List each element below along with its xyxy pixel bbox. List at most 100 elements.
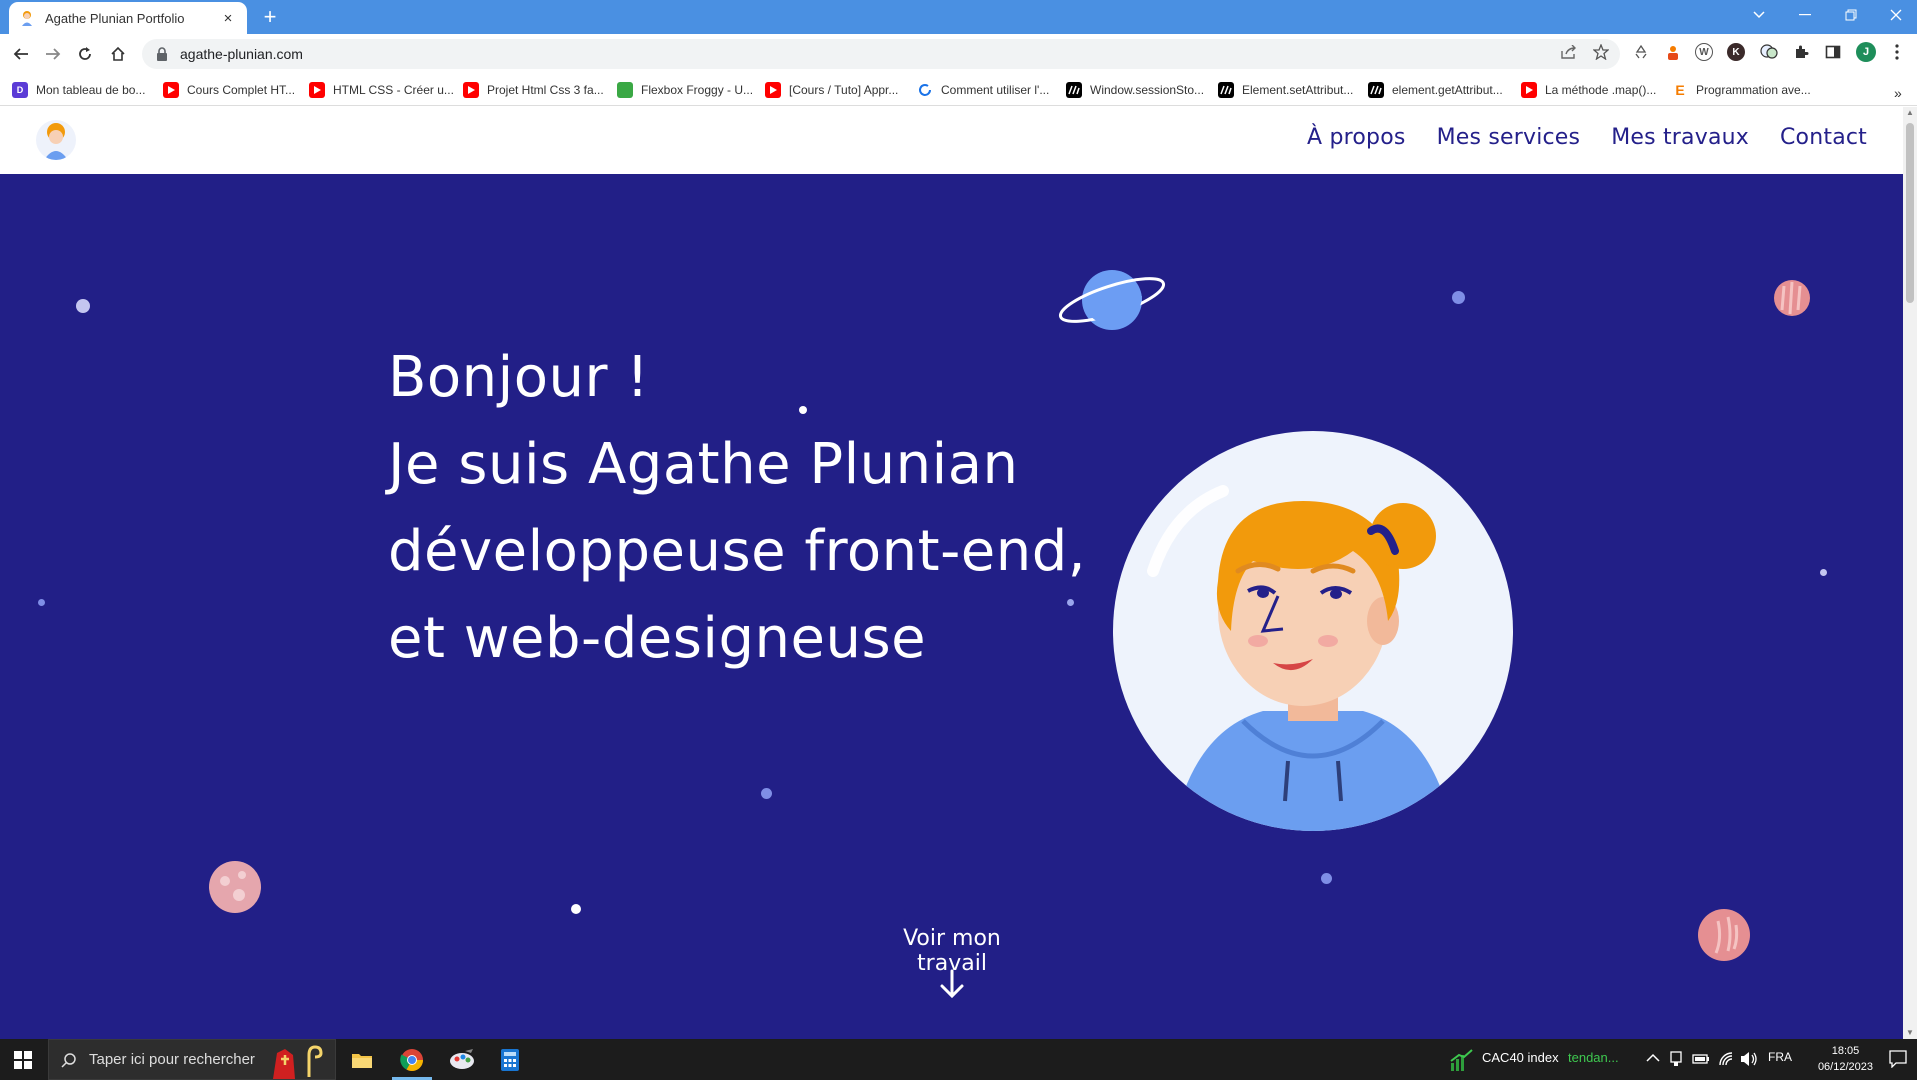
bookmark-item[interactable]: Element.setAttribut... [1218, 81, 1353, 99]
e-icon: E [1675, 82, 1685, 98]
recycle-extension-icon[interactable] [1632, 43, 1650, 61]
language-indicator[interactable]: FRA [1768, 1050, 1792, 1064]
bookmark-item[interactable]: Cours Complet HT... [163, 81, 295, 99]
bookmark-item[interactable]: Window.sessionSto... [1066, 81, 1204, 99]
star-decoration [76, 299, 90, 313]
hero-line-role-2: et web-designeuse [388, 606, 927, 671]
home-icon[interactable] [106, 42, 130, 66]
star-decoration [38, 599, 45, 606]
saint-nicolas-search-highlight-icon[interactable] [267, 1043, 327, 1079]
bookmark-item[interactable]: Flexbox Froggy - U... [617, 81, 753, 99]
url-text: agathe-plunian.com [180, 46, 303, 62]
page-scrollbar[interactable]: ▲ ▼ [1903, 107, 1917, 1039]
volume-icon[interactable] [1740, 1051, 1758, 1067]
browser-tab-active[interactable]: Agathe Plunian Portfolio × [9, 2, 247, 34]
tab-search-icon[interactable] [1736, 0, 1782, 30]
widget-status[interactable]: tendan... [1568, 1050, 1619, 1065]
k-extension-icon[interactable]: K [1727, 43, 1745, 61]
nav-link-mes-travaux[interactable]: Mes travaux [1611, 125, 1749, 150]
new-tab-button[interactable]: + [258, 5, 282, 29]
restore-icon[interactable] [1828, 0, 1874, 30]
lock-icon[interactable] [156, 47, 168, 61]
mdn-icon [1218, 82, 1234, 98]
file-explorer-icon[interactable] [338, 1039, 386, 1080]
ringed-planet-icon [1058, 270, 1166, 330]
bookmark-item[interactable]: Projet Html Css 3 fa... [463, 81, 604, 99]
bookmark-label: Element.setAttribut... [1242, 83, 1354, 97]
hero-line-role: développeuse front-end, [388, 519, 1087, 584]
close-window-icon[interactable] [1873, 0, 1917, 30]
site-nav: À propos Mes services Mes travaux Contac… [1307, 125, 1867, 150]
calculator-app-icon[interactable] [486, 1039, 534, 1080]
bookmark-item[interactable]: element.getAttribut... [1368, 81, 1503, 99]
minimize-icon[interactable] [1782, 0, 1828, 30]
side-panel-icon[interactable] [1824, 43, 1842, 61]
hero-line-greeting: Bonjour ! [388, 345, 650, 410]
mdn-icon [1368, 82, 1384, 98]
search-placeholder: Taper ici pour rechercher [89, 1051, 255, 1068]
avatar-illustration [1113, 431, 1513, 831]
tab-close-icon[interactable]: × [219, 10, 237, 27]
bookmark-label: element.getAttribut... [1392, 83, 1503, 97]
youtube-icon [163, 82, 179, 98]
site-logo[interactable] [36, 120, 76, 160]
reload-icon[interactable] [73, 42, 97, 66]
nav-link-contact[interactable]: Contact [1780, 125, 1867, 150]
chrome-taskbar-icon[interactable] [388, 1039, 436, 1080]
bookmark-label: Cours Complet HT... [187, 83, 296, 97]
bookmark-item[interactable]: [Cours / Tuto] Appr... [765, 81, 898, 99]
windows-start-icon[interactable] [0, 1039, 46, 1080]
crater-planet-icon [209, 861, 261, 913]
forward-icon[interactable] [41, 42, 65, 66]
bookmark-label: Programmation ave... [1696, 83, 1811, 97]
widget-label[interactable]: CAC40 index [1482, 1050, 1559, 1065]
arrow-down-icon[interactable] [938, 968, 966, 1000]
usb-device-icon[interactable] [1669, 1051, 1683, 1067]
taskbar-search-box[interactable]: Taper ici pour rechercher [48, 1039, 336, 1080]
bookmark-item[interactable]: HTML CSS - Créer u... [309, 81, 454, 99]
share-icon[interactable] [1559, 42, 1579, 62]
bookmark-item[interactable]: La méthode .map()... [1521, 81, 1656, 99]
stock-chart-icon[interactable] [1449, 1049, 1473, 1071]
bookmark-label: Mon tableau de bo... [36, 83, 146, 97]
youtube-icon [1521, 82, 1537, 98]
tab-strip: Agathe Plunian Portfolio × + [0, 0, 1917, 34]
bookmark-label: Comment utiliser l'... [941, 83, 1050, 97]
tray-expand-icon[interactable] [1646, 1053, 1660, 1063]
taskbar-clock[interactable]: 18:05 06/12/2023 [1818, 1043, 1873, 1075]
paint-app-icon[interactable] [438, 1039, 486, 1080]
bookmark-item[interactable]: E Programmation ave... [1672, 81, 1811, 99]
extensions-puzzle-icon[interactable] [1792, 43, 1810, 61]
nav-link-a-propos[interactable]: À propos [1307, 125, 1406, 150]
menu-kebab-icon[interactable] [1888, 43, 1906, 61]
scroll-up-icon[interactable]: ▲ [1906, 109, 1914, 117]
web-page: À propos Mes services Mes travaux Contac… [0, 107, 1903, 1039]
star-decoration [571, 904, 581, 914]
hero-line-name: Je suis Agathe Plunian [388, 432, 1019, 497]
site-header: À propos Mes services Mes travaux Contac… [0, 107, 1903, 174]
bookmark-item[interactable]: D Mon tableau de bo... [12, 81, 145, 99]
profile-avatar[interactable]: J [1856, 42, 1876, 62]
browser-toolbar: agathe-plunian.com W K J [0, 34, 1917, 74]
bookmark-star-icon[interactable] [1591, 42, 1611, 62]
notification-center-icon[interactable] [1889, 1050, 1907, 1068]
nav-link-mes-services[interactable]: Mes services [1437, 125, 1581, 150]
bookmarks-overflow-icon[interactable]: » [1894, 85, 1902, 101]
bookmark-label: Projet Html Css 3 fa... [487, 83, 604, 97]
youtube-icon [309, 82, 325, 98]
person-extension-icon[interactable] [1664, 43, 1682, 61]
wordpress-extension-icon[interactable]: W [1695, 43, 1713, 61]
address-bar[interactable]: agathe-plunian.com [142, 39, 1620, 69]
sync-icon [917, 82, 933, 98]
back-icon[interactable] [9, 42, 33, 66]
clock-time: 18:05 [1831, 1045, 1860, 1057]
star-decoration [1820, 569, 1827, 576]
battery-icon[interactable] [1692, 1052, 1710, 1066]
chat-extension-icon[interactable] [1760, 43, 1778, 61]
bookmark-label: Flexbox Froggy - U... [641, 83, 754, 97]
star-decoration [761, 788, 772, 799]
bookmark-item[interactable]: Comment utiliser l'... [917, 81, 1049, 99]
wifi-icon[interactable] [1718, 1051, 1734, 1067]
scroll-thumb[interactable] [1906, 123, 1914, 303]
scroll-down-icon[interactable]: ▼ [1906, 1029, 1914, 1037]
